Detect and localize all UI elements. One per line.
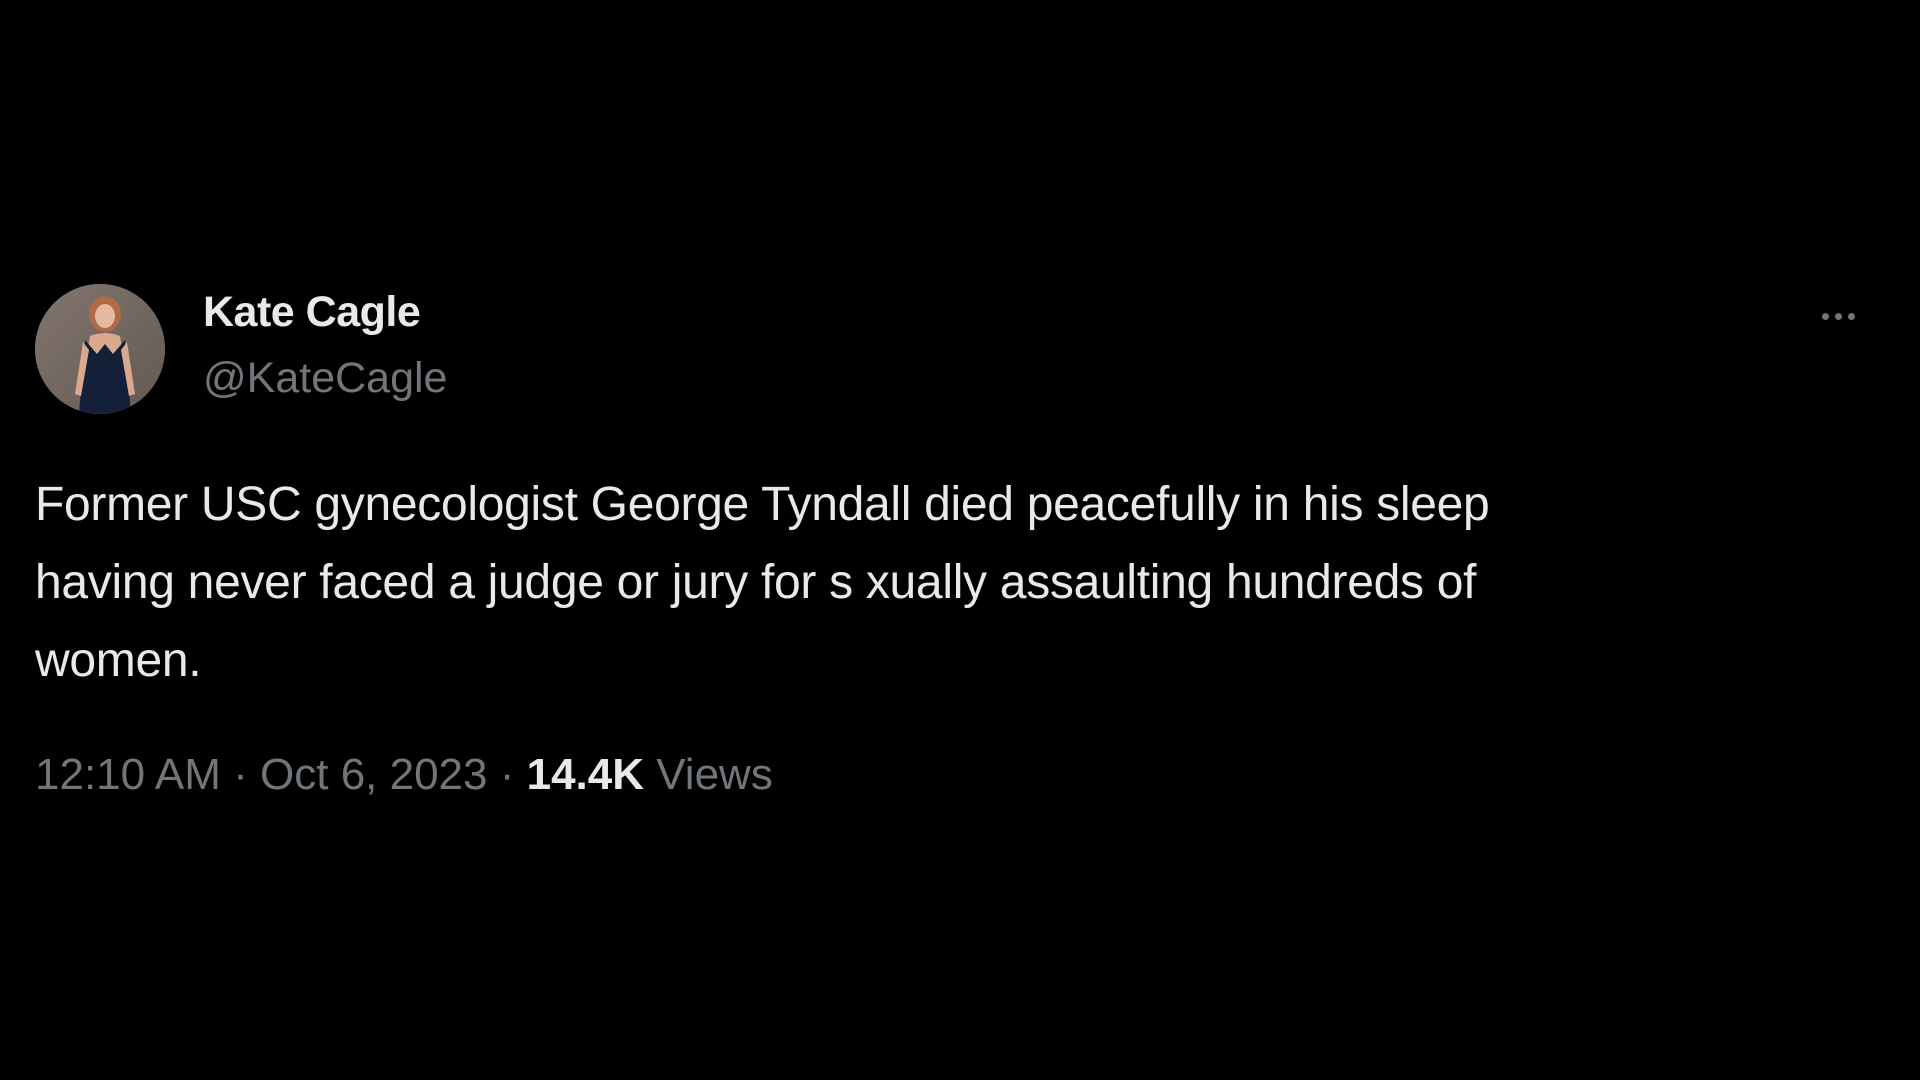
more-options-button[interactable] xyxy=(1808,296,1868,336)
tweet-time[interactable]: 12:10 AM xyxy=(35,750,221,799)
tweet-meta: 12:10 AM · Oct 6, 2023 · 14.4K Views xyxy=(35,750,773,800)
tweet-card: Kate Cagle @KateCagle Former USC gynecol… xyxy=(0,0,1920,1080)
tweet-text: Former USC gynecologist George Tyndall d… xyxy=(35,466,1835,700)
views-label: Views xyxy=(644,750,773,799)
tweet-text-line: women. xyxy=(35,634,202,687)
more-horizontal-icon xyxy=(1847,312,1855,320)
avatar-image xyxy=(35,284,165,414)
meta-separator: · xyxy=(487,750,527,799)
views-count[interactable]: 14.4K xyxy=(527,750,644,799)
meta-separator: · xyxy=(220,750,261,799)
more-horizontal-icon xyxy=(1834,312,1842,320)
tweet-date[interactable]: Oct 6, 2023 xyxy=(260,750,487,799)
display-name[interactable]: Kate Cagle xyxy=(203,288,421,337)
tweet-text-line: having never faced a judge or jury for s… xyxy=(35,556,1477,609)
avatar[interactable] xyxy=(35,284,165,414)
tweet-text-line: Former USC gynecologist George Tyndall d… xyxy=(35,478,1490,531)
user-handle[interactable]: @KateCagle xyxy=(203,354,447,403)
more-horizontal-icon xyxy=(1821,312,1829,320)
